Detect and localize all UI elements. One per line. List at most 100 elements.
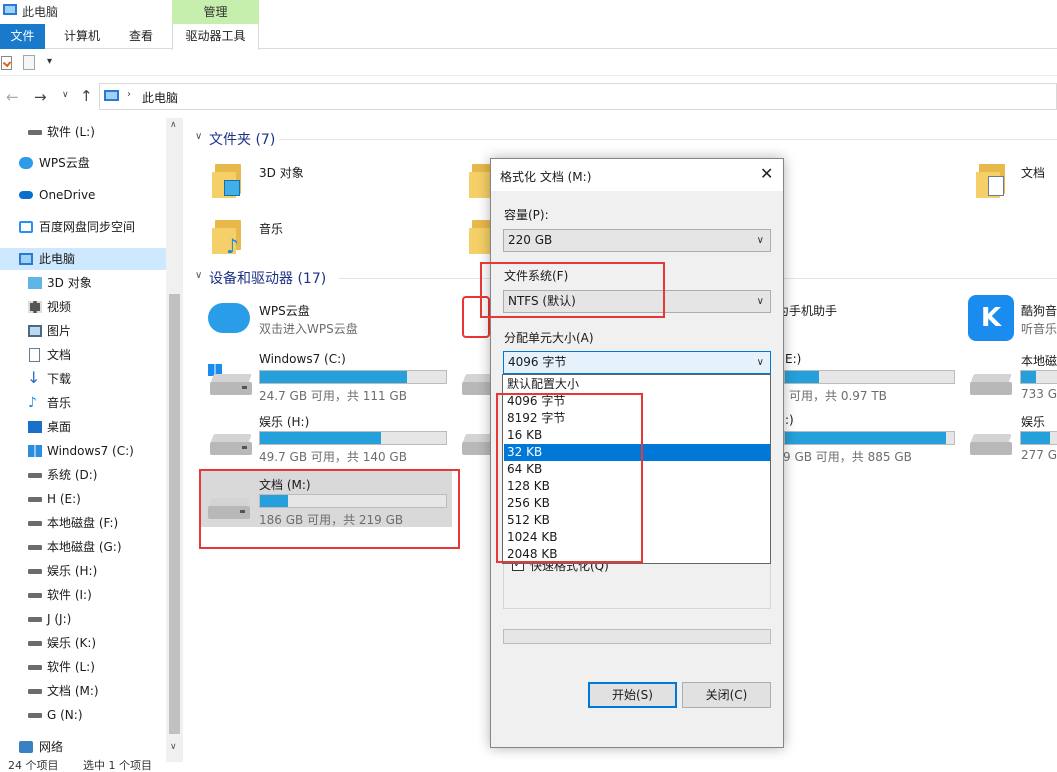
nav-item-drive-i[interactable]: 软件 (I:): [0, 584, 166, 606]
nav-item-pictures[interactable]: 图片: [0, 320, 166, 342]
nav-item-downloads[interactable]: ↓ 下载: [0, 368, 166, 390]
drive-e-free: 可用，共 0.97 TB: [789, 389, 887, 403]
nav-scrollbar[interactable]: ∧ ∨: [166, 118, 183, 762]
drive-c-usage-fill: [260, 371, 407, 383]
breadcrumb-chevron-icon[interactable]: ›: [127, 89, 131, 100]
nav-item-drive-g[interactable]: 本地磁盘 (G:): [0, 536, 166, 558]
nav-item-onedrive[interactable]: OneDrive: [0, 184, 166, 206]
capacity-select[interactable]: 220 GB ∨: [503, 229, 771, 252]
tab-view[interactable]: 查看: [118, 24, 164, 49]
nav-item-this-pc[interactable]: 此电脑: [0, 248, 166, 270]
collapse-chevron-icon[interactable]: ∨: [195, 131, 202, 142]
selected-count: 选中 1 个项目: [83, 759, 152, 772]
nav-item-network[interactable]: 网络: [0, 736, 166, 758]
drive-ent-name[interactable]: 娱乐: [1021, 413, 1045, 430]
folder-3d[interactable]: 3D 对象: [259, 164, 304, 181]
nav-item-drive-f[interactable]: 本地磁盘 (F:): [0, 512, 166, 534]
drive-icon: [28, 689, 42, 694]
drive-local-free: 733 GB: [1021, 387, 1057, 401]
drive-h-name[interactable]: 娱乐 (H:): [259, 413, 309, 430]
properties-icon[interactable]: [1, 56, 12, 70]
breadcrumb[interactable]: 此电脑: [142, 89, 178, 106]
cloud-icon: [19, 157, 33, 169]
computer-icon: [104, 90, 119, 101]
folders-header[interactable]: 文件夹 (7): [209, 129, 275, 149]
back-icon[interactable]: ←: [6, 88, 19, 106]
customize-qat-icon[interactable]: ▾: [47, 56, 52, 67]
quick-access-toolbar: ▾: [0, 52, 1057, 76]
nav-item-drive-d[interactable]: 系统 (D:): [0, 464, 166, 486]
drive-icon: [28, 569, 42, 574]
nav-item-drive-m[interactable]: 文档 (M:): [0, 680, 166, 702]
highlight-allocation-options: [496, 393, 643, 563]
music-icon: ♪: [28, 395, 37, 411]
folder-icon: ♪: [212, 216, 246, 258]
tab-computer[interactable]: 计算机: [54, 24, 110, 49]
drive-c-name[interactable]: Windows7 (C:): [259, 352, 346, 366]
drive-ent-usage-fill: [1021, 432, 1050, 444]
nav-item-baidu[interactable]: 百度网盘同步空间: [0, 216, 166, 238]
drive-icon: [28, 545, 42, 550]
allocation-select[interactable]: 4096 字节 ∨: [503, 351, 771, 374]
drive-icon: [970, 374, 1012, 396]
context-tab-header: 管理: [172, 0, 259, 24]
nav-item-drive-e[interactable]: H (E:): [0, 488, 166, 510]
recent-chevron-icon[interactable]: ∨: [62, 90, 69, 100]
scroll-down-icon[interactable]: ∨: [170, 742, 177, 752]
tab-drive-tools[interactable]: 驱动器工具: [172, 24, 259, 50]
windows-drive-icon: [28, 445, 42, 457]
collapse-chevron-icon[interactable]: ∨: [195, 270, 202, 281]
address-box[interactable]: › 此电脑: [99, 83, 1057, 110]
new-folder-icon[interactable]: [23, 55, 35, 70]
folder-music[interactable]: 音乐: [259, 220, 283, 237]
onedrive-icon: [19, 191, 33, 199]
drive-x-name[interactable]: :): [785, 413, 794, 427]
close-button[interactable]: 关闭(C): [682, 682, 771, 708]
kugou-name[interactable]: 酷狗音: [1021, 302, 1057, 319]
nav-item-software-l[interactable]: 软件 (L:): [0, 121, 166, 143]
tab-file[interactable]: 文件: [0, 24, 45, 49]
scroll-thumb[interactable]: [169, 294, 180, 734]
document-icon: [29, 348, 40, 362]
close-icon[interactable]: ✕: [760, 164, 773, 183]
highlight-drive-m: [199, 469, 460, 549]
format-progress-bar: [503, 629, 771, 644]
nav-item-drive-h[interactable]: 娱乐 (H:): [0, 560, 166, 582]
wps-cloud-name[interactable]: WPS云盘: [259, 302, 310, 319]
highlight-filesystem: [480, 262, 665, 318]
nav-item-drive-n[interactable]: G (N:): [0, 704, 166, 726]
drive-icon: [28, 593, 42, 598]
nav-item-drive-c[interactable]: Windows7 (C:): [0, 440, 166, 462]
nav-item-3d[interactable]: 3D 对象: [0, 272, 166, 294]
nav-item-wps-cloud[interactable]: WPS云盘: [0, 152, 166, 174]
navigation-pane: 软件 (L:) WPS云盘 OneDrive 百度网盘同步空间 此电脑 3D 对…: [0, 118, 184, 762]
drive-icon: [28, 130, 42, 135]
devices-header[interactable]: 设备和驱动器 (17): [209, 268, 326, 288]
drive-local-name[interactable]: 本地磁: [1021, 352, 1057, 369]
list-item[interactable]: 默认配置大小: [504, 376, 770, 393]
nav-item-desktop[interactable]: 桌面: [0, 416, 166, 438]
forward-icon[interactable]: →: [34, 88, 47, 106]
nav-item-drive-k[interactable]: 娱乐 (K:): [0, 632, 166, 654]
start-button[interactable]: 开始(S): [588, 682, 677, 708]
phone-assistant-name[interactable]: 为手机助手: [777, 302, 837, 319]
drive-e-name[interactable]: E:): [785, 352, 801, 366]
nav-item-drive-j[interactable]: J (J:): [0, 608, 166, 630]
drive-icon: [28, 521, 42, 526]
dialog-title: 格式化 文档 (M:): [500, 170, 592, 184]
nav-item-music[interactable]: ♪ 音乐: [0, 392, 166, 414]
nav-item-documents[interactable]: 文档: [0, 344, 166, 366]
folder-documents[interactable]: 文档: [1021, 164, 1045, 181]
drive-ent-usage-bar: [1020, 431, 1057, 445]
drive-ent-free: 277 GB: [1021, 448, 1057, 462]
drive-icon: [28, 617, 42, 622]
up-icon[interactable]: ↑: [80, 87, 93, 105]
nav-item-drive-l[interactable]: 软件 (L:): [0, 656, 166, 678]
folder-icon: [976, 160, 1010, 198]
nav-item-video[interactable]: 视频: [0, 296, 166, 318]
drive-h-usage-fill: [260, 432, 381, 444]
scroll-up-icon[interactable]: ∧: [170, 120, 177, 130]
network-icon: [19, 741, 33, 753]
ribbon-tabs: 文件 计算机 查看 驱动器工具: [0, 24, 1057, 50]
drive-icon: [28, 497, 42, 502]
